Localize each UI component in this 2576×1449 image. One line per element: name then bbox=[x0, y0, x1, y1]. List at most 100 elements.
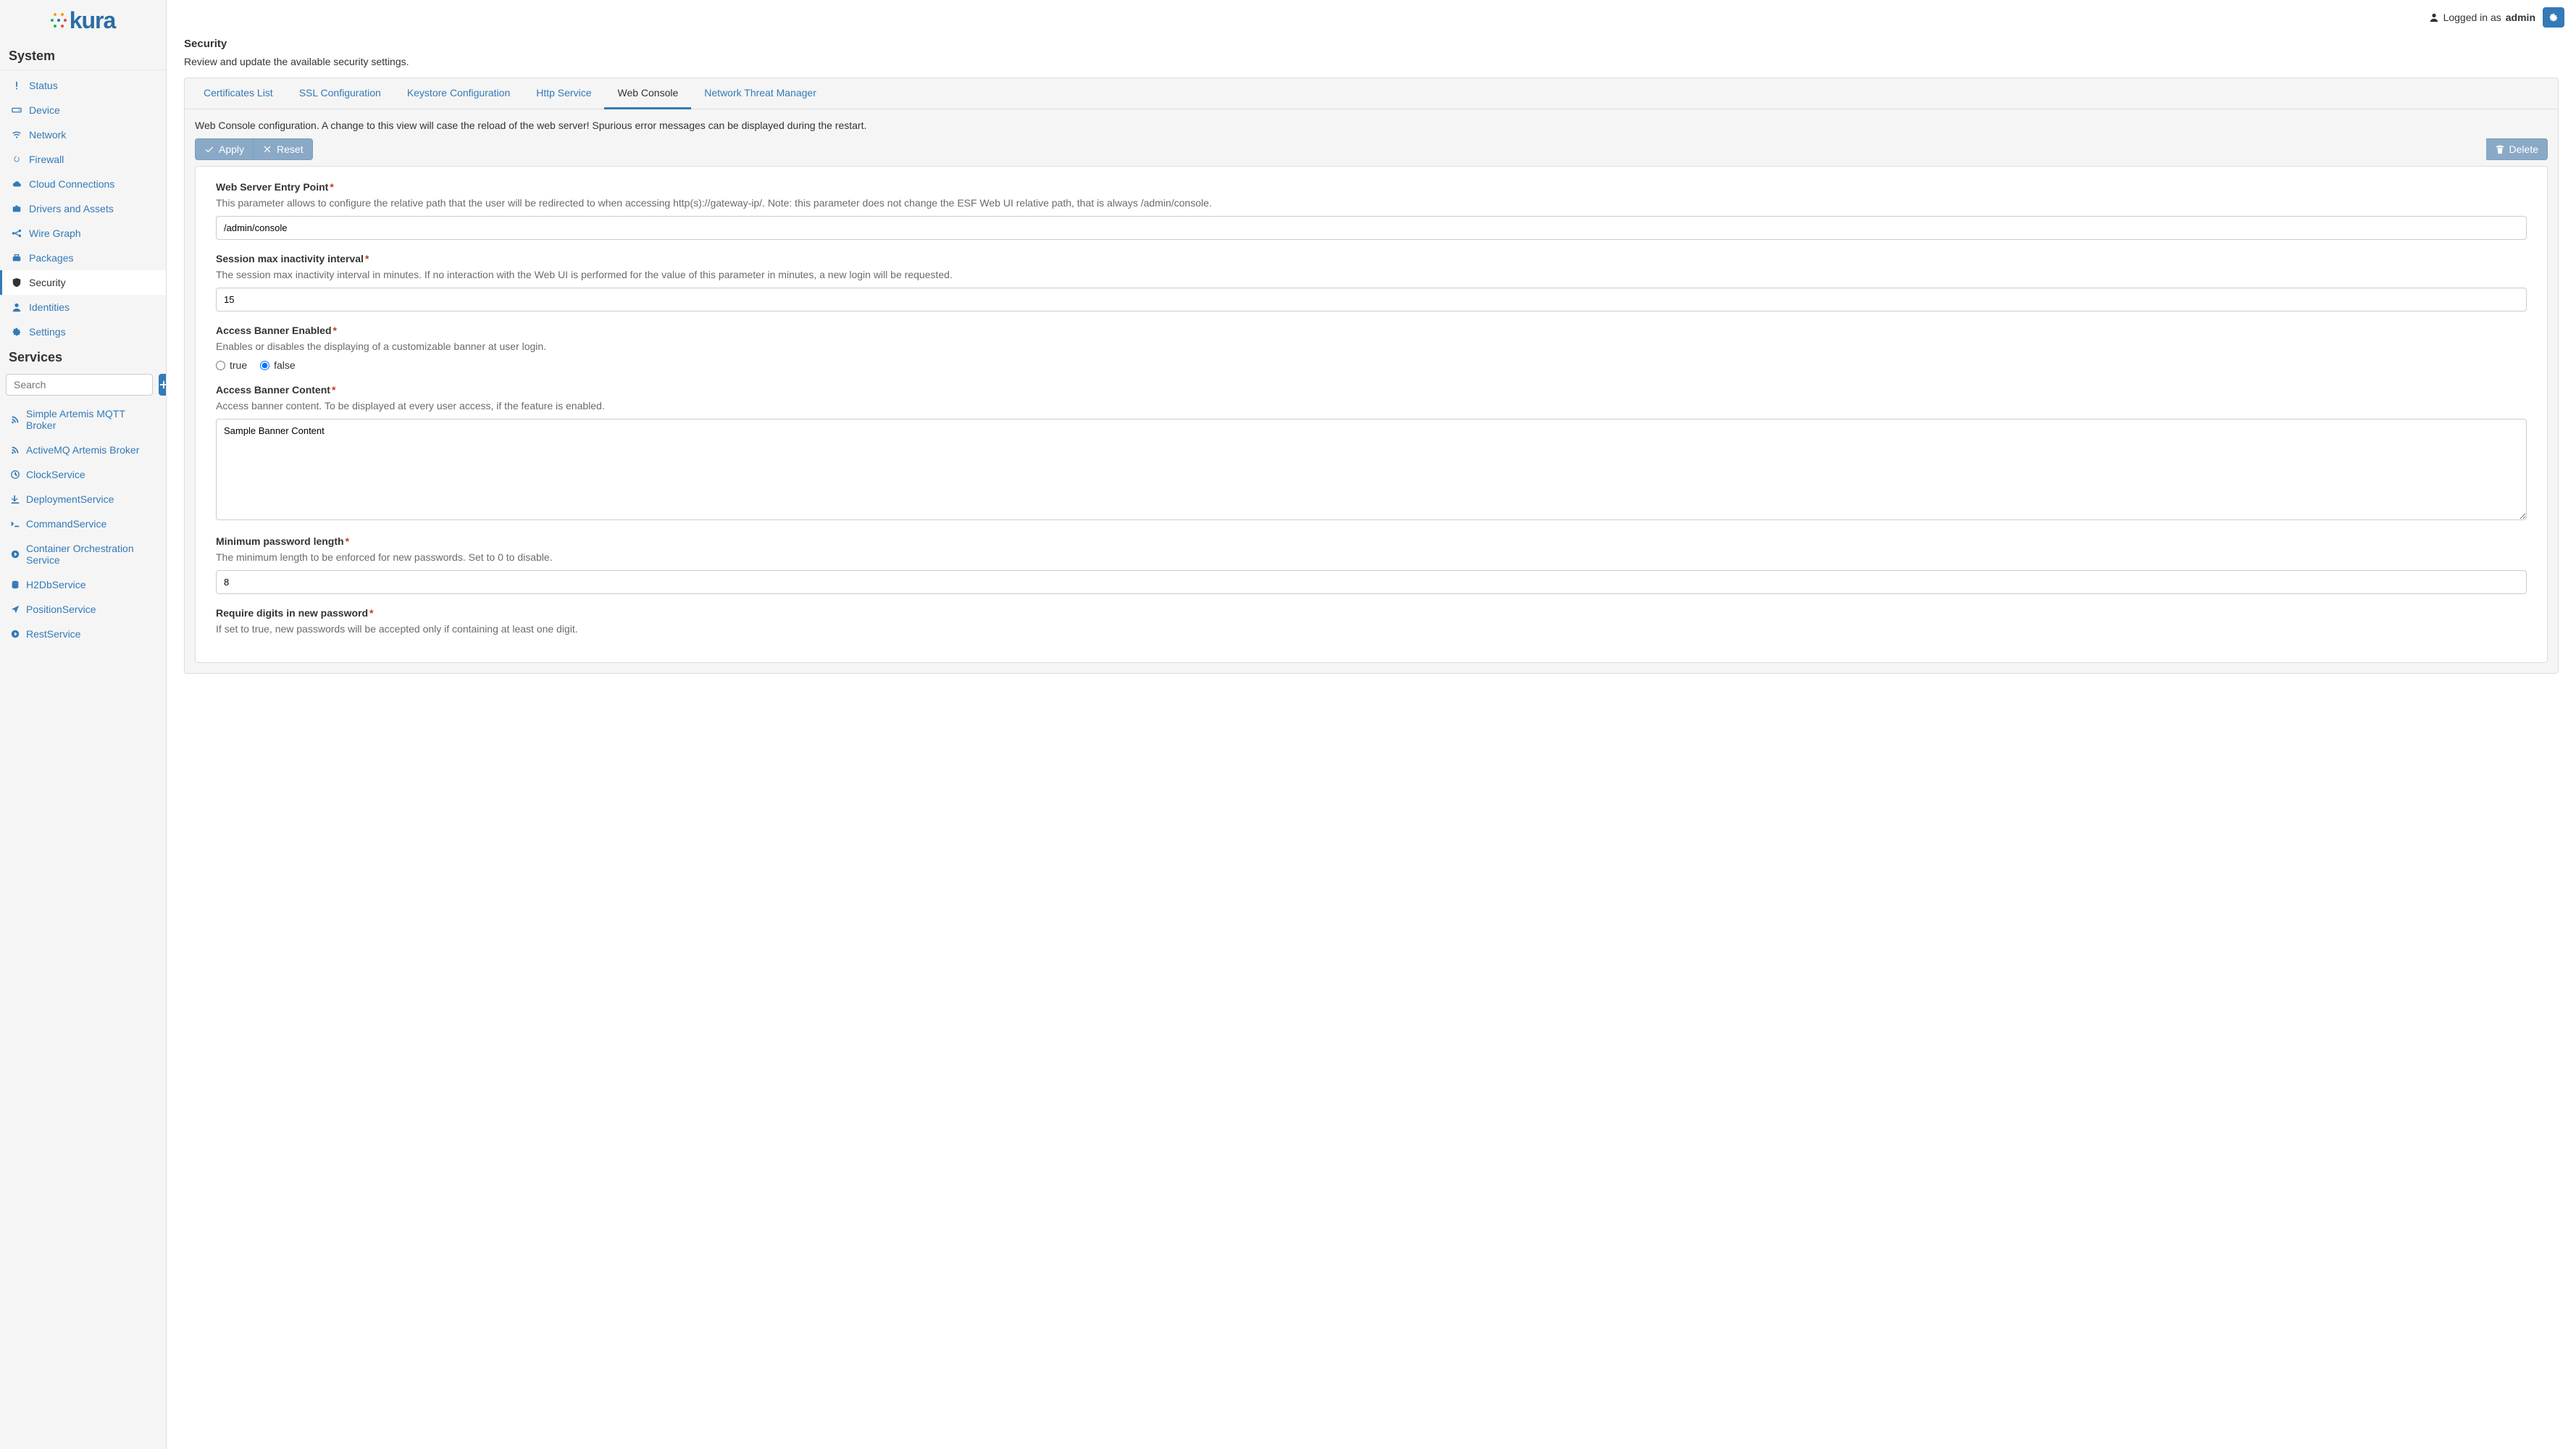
toolbar: Apply Reset Delete bbox=[195, 138, 2548, 160]
tab-certificates-list[interactable]: Certificates List bbox=[191, 78, 286, 107]
rss-icon bbox=[10, 414, 20, 425]
plus-icon bbox=[159, 380, 167, 390]
reset-label: Reset bbox=[277, 143, 304, 155]
sidebar-item-network[interactable]: Network bbox=[0, 122, 166, 147]
field-inactivity: Session max inactivity interval* The ses… bbox=[216, 253, 2527, 312]
rss-icon bbox=[10, 445, 20, 455]
sidebar-item-settings[interactable]: Settings bbox=[0, 320, 166, 344]
exclaim-icon bbox=[12, 80, 22, 91]
service-item-clockservice[interactable]: ClockService bbox=[0, 462, 166, 487]
service-item-commandservice[interactable]: CommandService bbox=[0, 511, 166, 536]
service-item-label: Simple Artemis MQTT Broker bbox=[26, 408, 156, 431]
x-icon bbox=[262, 144, 272, 154]
services-search-input[interactable] bbox=[6, 374, 153, 396]
service-item-positionservice[interactable]: PositionService bbox=[0, 597, 166, 622]
apply-button[interactable]: Apply bbox=[195, 138, 254, 160]
check-icon bbox=[204, 144, 214, 154]
field-req-digits: Require digits in new password* If set t… bbox=[216, 607, 2527, 635]
service-item-container-orchestration-service[interactable]: Container Orchestration Service bbox=[0, 536, 166, 572]
tab-keystore-configuration[interactable]: Keystore Configuration bbox=[394, 78, 523, 107]
username: admin bbox=[2506, 12, 2535, 23]
logged-in-label: Logged in as bbox=[2443, 12, 2501, 23]
gear-icon bbox=[2548, 12, 2559, 22]
tab-http-service[interactable]: Http Service bbox=[523, 78, 604, 107]
brand-logo: kura bbox=[0, 0, 166, 43]
fire-icon bbox=[12, 154, 22, 164]
banner-false-radio[interactable] bbox=[260, 361, 269, 370]
apply-label: Apply bbox=[219, 143, 244, 155]
user-info: Logged in as admin bbox=[2429, 12, 2535, 23]
banner-enabled-label: Access Banner Enabled* bbox=[216, 325, 2527, 336]
service-item-restservice[interactable]: RestService bbox=[0, 622, 166, 646]
sidebar-item-label: Status bbox=[29, 80, 58, 91]
sidebar-item-cloud-connections[interactable]: Cloud Connections bbox=[0, 172, 166, 196]
reset-button[interactable]: Reset bbox=[254, 138, 313, 160]
service-item-h2dbservice[interactable]: H2DbService bbox=[0, 572, 166, 597]
sidebar-item-packages[interactable]: Packages bbox=[0, 246, 166, 270]
graph-icon bbox=[12, 228, 22, 238]
main-content: Logged in as admin Security Review and u… bbox=[167, 0, 2576, 1449]
add-service-button[interactable] bbox=[159, 374, 167, 396]
banner-false-option[interactable]: false bbox=[260, 359, 296, 371]
delete-label: Delete bbox=[2509, 143, 2538, 155]
delete-button[interactable]: Delete bbox=[2486, 138, 2548, 160]
service-item-label: DeploymentService bbox=[26, 493, 114, 505]
system-nav: Status Device Network Firewall Cloud Con… bbox=[0, 70, 166, 344]
banner-content-textarea[interactable] bbox=[216, 419, 2527, 520]
service-item-deploymentservice[interactable]: DeploymentService bbox=[0, 487, 166, 511]
logo-dots-icon bbox=[51, 13, 67, 29]
service-item-label: PositionService bbox=[26, 604, 96, 615]
tab-description: Web Console configuration. A change to t… bbox=[195, 120, 2548, 131]
service-item-activemq-artemis-broker[interactable]: ActiveMQ Artemis Broker bbox=[0, 438, 166, 462]
tab-ssl-configuration[interactable]: SSL Configuration bbox=[286, 78, 394, 107]
banner-content-help: Access banner content. To be displayed a… bbox=[216, 400, 2527, 412]
sidebar-item-identities[interactable]: Identities bbox=[0, 295, 166, 320]
service-item-label: CommandService bbox=[26, 518, 106, 530]
form-panel: Web Server Entry Point* This parameter a… bbox=[195, 166, 2548, 663]
section-services-title: Services bbox=[0, 344, 166, 371]
page-title: Security bbox=[184, 38, 2559, 50]
sidebar-item-wire-graph[interactable]: Wire Graph bbox=[0, 221, 166, 246]
wifi-icon bbox=[12, 130, 22, 140]
sidebar-item-label: Drivers and Assets bbox=[29, 203, 114, 214]
inactivity-help: The session max inactivity interval in m… bbox=[216, 269, 2527, 280]
min-pwd-input[interactable] bbox=[216, 570, 2527, 594]
sidebar-item-label: Identities bbox=[29, 301, 70, 313]
sidebar-item-firewall[interactable]: Firewall bbox=[0, 147, 166, 172]
req-digits-help: If set to true, new passwords will be ac… bbox=[216, 623, 2527, 635]
banner-true-option[interactable]: true bbox=[216, 359, 247, 371]
field-banner-content: Access Banner Content* Access banner con… bbox=[216, 384, 2527, 522]
sidebar-item-device[interactable]: Device bbox=[0, 98, 166, 122]
req-digits-label: Require digits in new password* bbox=[216, 607, 2527, 619]
user-icon bbox=[12, 302, 22, 312]
sidebar-item-security[interactable]: Security bbox=[0, 270, 166, 295]
inactivity-label: Session max inactivity interval* bbox=[216, 253, 2527, 264]
tabs: Certificates ListSSL ConfigurationKeysto… bbox=[185, 78, 2558, 109]
circleright-icon bbox=[10, 549, 20, 559]
tab-network-threat-manager[interactable]: Network Threat Manager bbox=[691, 78, 829, 107]
banner-true-radio[interactable] bbox=[216, 361, 225, 370]
sidebar-item-label: Firewall bbox=[29, 154, 64, 165]
page-desc: Review and update the available security… bbox=[184, 56, 2559, 67]
service-item-simple-artemis-mqtt-broker[interactable]: Simple Artemis MQTT Broker bbox=[0, 401, 166, 438]
inactivity-input[interactable] bbox=[216, 288, 2527, 312]
field-entry-point: Web Server Entry Point* This parameter a… bbox=[216, 181, 2527, 240]
topbar: Logged in as admin bbox=[167, 0, 2576, 32]
sidebar-item-status[interactable]: Status bbox=[0, 73, 166, 98]
service-item-label: ActiveMQ Artemis Broker bbox=[26, 444, 139, 456]
sidebar-item-label: Device bbox=[29, 104, 60, 116]
sidebar-item-drivers-and-assets[interactable]: Drivers and Assets bbox=[0, 196, 166, 221]
user-icon bbox=[2429, 12, 2439, 22]
sidebar-item-label: Security bbox=[29, 277, 66, 288]
brand-text: kura bbox=[70, 7, 116, 34]
location-icon bbox=[10, 604, 20, 614]
tab-web-console[interactable]: Web Console bbox=[604, 78, 691, 109]
service-item-label: ClockService bbox=[26, 469, 85, 480]
entry-input[interactable] bbox=[216, 216, 2527, 240]
download-icon bbox=[10, 494, 20, 504]
entry-label: Web Server Entry Point* bbox=[216, 181, 2527, 193]
service-item-label: RestService bbox=[26, 628, 80, 640]
db-icon bbox=[10, 580, 20, 590]
briefcase-icon bbox=[12, 204, 22, 214]
settings-gear-button[interactable] bbox=[2543, 7, 2564, 28]
